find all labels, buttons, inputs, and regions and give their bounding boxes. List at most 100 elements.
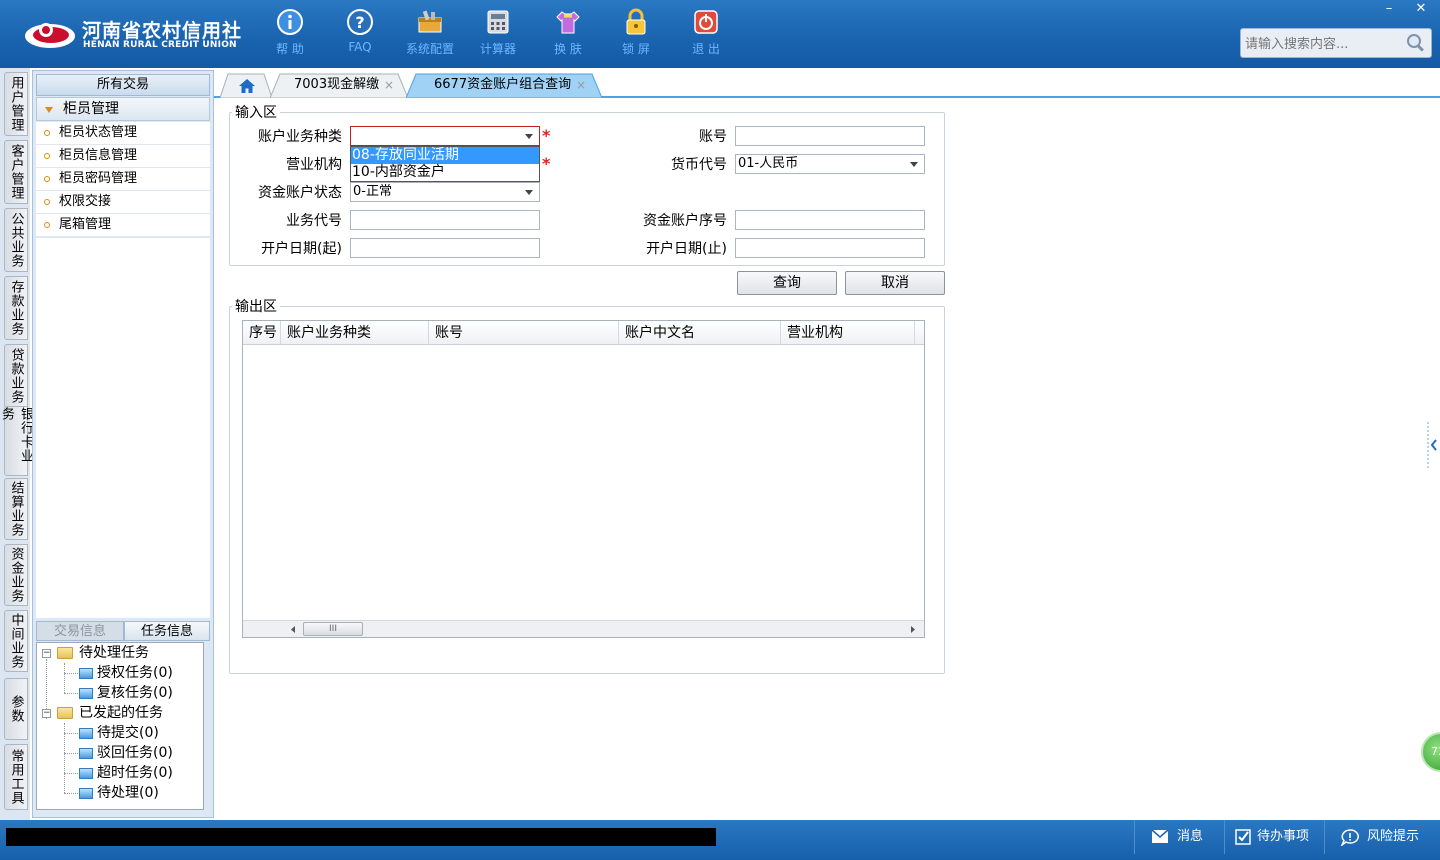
acct-type-dropdown: 08-存放同业活期 10-内部资金户 bbox=[350, 146, 540, 182]
dropdown-option[interactable]: 10-内部资金户 bbox=[351, 164, 539, 181]
scroll-right-icon[interactable] bbox=[909, 625, 917, 634]
required-mark: * bbox=[542, 126, 551, 145]
right-panel-handle[interactable] bbox=[1426, 420, 1440, 470]
acct-type-select[interactable] bbox=[350, 126, 540, 146]
vtab-intermediate-business[interactable]: 中间业务 bbox=[4, 610, 28, 672]
bullet-icon bbox=[44, 222, 50, 228]
change-skin-button[interactable]: 换 肤 bbox=[536, 8, 600, 60]
acct-status-select[interactable]: 0-正常 bbox=[350, 182, 540, 202]
result-grid: 序号 账户业务种类 账号 账户中文名 营业机构 III bbox=[242, 320, 925, 638]
system-config-button[interactable]: 系统配置 bbox=[398, 8, 462, 60]
calculator-button[interactable]: 计算器 bbox=[466, 8, 530, 60]
messages-button[interactable]: 消息 bbox=[1134, 820, 1224, 854]
tab-close-icon[interactable]: × bbox=[576, 73, 586, 97]
risk-alert-button[interactable]: 风险提示 bbox=[1324, 820, 1440, 854]
module-sidebar: 用户管理 客户管理 公共业务 存款业务 贷款业务 银行卡业务 结算业务 资金业务… bbox=[0, 68, 33, 820]
acct-no-label: 账号 bbox=[699, 129, 727, 145]
transaction-panel: 所有交易 柜员管理 柜员状态管理 柜员信息管理 柜员密码管理 权限交接 尾箱管理… bbox=[32, 70, 214, 818]
chevron-down-icon bbox=[525, 134, 533, 139]
messages-label: 消息 bbox=[1177, 829, 1204, 844]
power-icon bbox=[694, 10, 718, 34]
open-date-from-label: 开户日期(起) bbox=[261, 241, 342, 257]
column-header-seq[interactable]: 序号 bbox=[243, 321, 281, 345]
collapse-toggle-icon[interactable]: − bbox=[42, 709, 51, 718]
grid-header: 序号 账户业务种类 账号 账户中文名 营业机构 bbox=[243, 321, 924, 345]
todo-label: 待办事项 bbox=[1257, 829, 1310, 844]
list-item-permission-handover[interactable]: 权限交接 bbox=[36, 191, 210, 214]
column-header-acct-no[interactable]: 账号 bbox=[429, 321, 619, 345]
tab-home[interactable] bbox=[220, 73, 272, 98]
vtab-bank-card-business[interactable]: 银行卡业务 bbox=[0, 406, 33, 476]
minimize-button[interactable]: – bbox=[1374, 0, 1404, 18]
tab-cash-remittance[interactable]: 7003现金解缴 × bbox=[270, 73, 408, 98]
envelope-icon bbox=[1151, 829, 1169, 843]
todo-button[interactable]: 待办事项 bbox=[1224, 820, 1324, 854]
scroll-left-icon[interactable] bbox=[289, 625, 297, 634]
bullet-icon bbox=[44, 130, 50, 136]
biz-code-input[interactable] bbox=[350, 210, 540, 230]
close-window-button[interactable]: ✕ bbox=[1406, 0, 1436, 18]
currency-select[interactable]: 01-人民币 bbox=[735, 154, 925, 174]
vtab-label: 中间业务 bbox=[8, 613, 24, 669]
faq-button[interactable]: ? FAQ bbox=[328, 8, 392, 60]
list-item-teller-status[interactable]: 柜员状态管理 bbox=[36, 122, 210, 145]
transaction-list: 柜员状态管理 柜员信息管理 柜员密码管理 权限交接 尾箱管理 bbox=[36, 122, 210, 237]
dropdown-option[interactable]: 08-存放同业活期 bbox=[351, 147, 539, 164]
tab-close-icon[interactable]: × bbox=[384, 73, 394, 97]
info-tabs: 交易信息 任务信息 bbox=[36, 621, 210, 641]
config-icon bbox=[418, 10, 442, 33]
vtab-loan-business[interactable]: 贷款业务 bbox=[4, 344, 28, 408]
vtab-fund-business[interactable]: 资金业务 bbox=[4, 544, 28, 606]
lock-screen-button[interactable]: 锁 屏 bbox=[604, 8, 668, 60]
horizontal-scrollbar[interactable]: III bbox=[243, 620, 924, 637]
folder-open-icon bbox=[57, 707, 73, 719]
logo: 河南省农村信用社 HENAN RURAL CREDIT UNION bbox=[24, 14, 241, 54]
search-input[interactable] bbox=[1245, 34, 1405, 54]
acct-no-input[interactable] bbox=[735, 126, 925, 146]
status-bar: 消息 待办事项 风险提示 bbox=[0, 820, 1440, 860]
vtab-settlement-business[interactable]: 结算业务 bbox=[4, 478, 28, 540]
search-icon[interactable] bbox=[1405, 32, 1427, 54]
help-button[interactable]: 帮 助 bbox=[258, 8, 322, 60]
cancel-button[interactable]: 取消 bbox=[845, 271, 945, 295]
task-list-icon bbox=[79, 728, 93, 739]
exit-button[interactable]: 退 出 bbox=[674, 8, 738, 60]
vtab-parameters[interactable]: 参数 bbox=[4, 678, 28, 740]
list-item-teller-password[interactable]: 柜员密码管理 bbox=[36, 168, 210, 191]
list-item-teller-info[interactable]: 柜员信息管理 bbox=[36, 145, 210, 168]
vtab-label: 参数 bbox=[8, 695, 24, 723]
column-header-acct-name[interactable]: 账户中文名 bbox=[619, 321, 781, 345]
system-config-label: 系统配置 bbox=[405, 42, 454, 56]
acct-seq-input[interactable] bbox=[735, 210, 925, 230]
group-label: 柜员管理 bbox=[63, 101, 119, 117]
task-list-icon bbox=[79, 748, 93, 759]
risk-alert-label: 风险提示 bbox=[1367, 829, 1420, 844]
question-icon: ? bbox=[347, 9, 373, 35]
vtab-customer-management[interactable]: 客户管理 bbox=[4, 140, 28, 204]
tab-transaction-info[interactable]: 交易信息 bbox=[36, 621, 124, 641]
column-header-acct-type[interactable]: 账户业务种类 bbox=[281, 321, 429, 345]
vtab-label: 客户管理 bbox=[8, 144, 24, 200]
all-transactions-header[interactable]: 所有交易 bbox=[36, 74, 210, 96]
list-item-tail-box[interactable]: 尾箱管理 bbox=[36, 214, 210, 237]
vtab-deposit-business[interactable]: 存款业务 bbox=[4, 276, 28, 340]
folder-open-icon bbox=[57, 647, 73, 659]
vtab-public-business[interactable]: 公共业务 bbox=[4, 208, 28, 272]
query-form: 输入区 账户业务种类 * 账号 营业机构 * 货币代号 01-人民币 资金账户状… bbox=[214, 98, 1440, 820]
vtab-user-management[interactable]: 用户管理 bbox=[4, 72, 28, 136]
column-header-org[interactable]: 营业机构 bbox=[781, 321, 915, 345]
acct-type-label: 账户业务种类 bbox=[258, 129, 342, 145]
checkbox-icon bbox=[1235, 829, 1251, 845]
open-date-from-input[interactable] bbox=[350, 238, 540, 258]
search-box bbox=[1240, 28, 1432, 58]
vtab-common-tools[interactable]: 常用工具 bbox=[4, 744, 28, 810]
open-date-to-input[interactable] bbox=[735, 238, 925, 258]
teller-management-group[interactable]: 柜员管理 bbox=[36, 97, 210, 121]
tab-fund-account-query[interactable]: 6677资金账户组合查询 × bbox=[406, 73, 602, 98]
top-bar: 河南省农村信用社 HENAN RURAL CREDIT UNION 帮 助 ? … bbox=[0, 0, 1440, 68]
query-button[interactable]: 查询 bbox=[737, 271, 837, 295]
scroll-thumb[interactable]: III bbox=[303, 622, 363, 636]
collapse-toggle-icon[interactable]: − bbox=[42, 649, 51, 658]
shirt-icon bbox=[556, 11, 580, 34]
tab-task-info[interactable]: 任务信息 bbox=[124, 621, 210, 641]
